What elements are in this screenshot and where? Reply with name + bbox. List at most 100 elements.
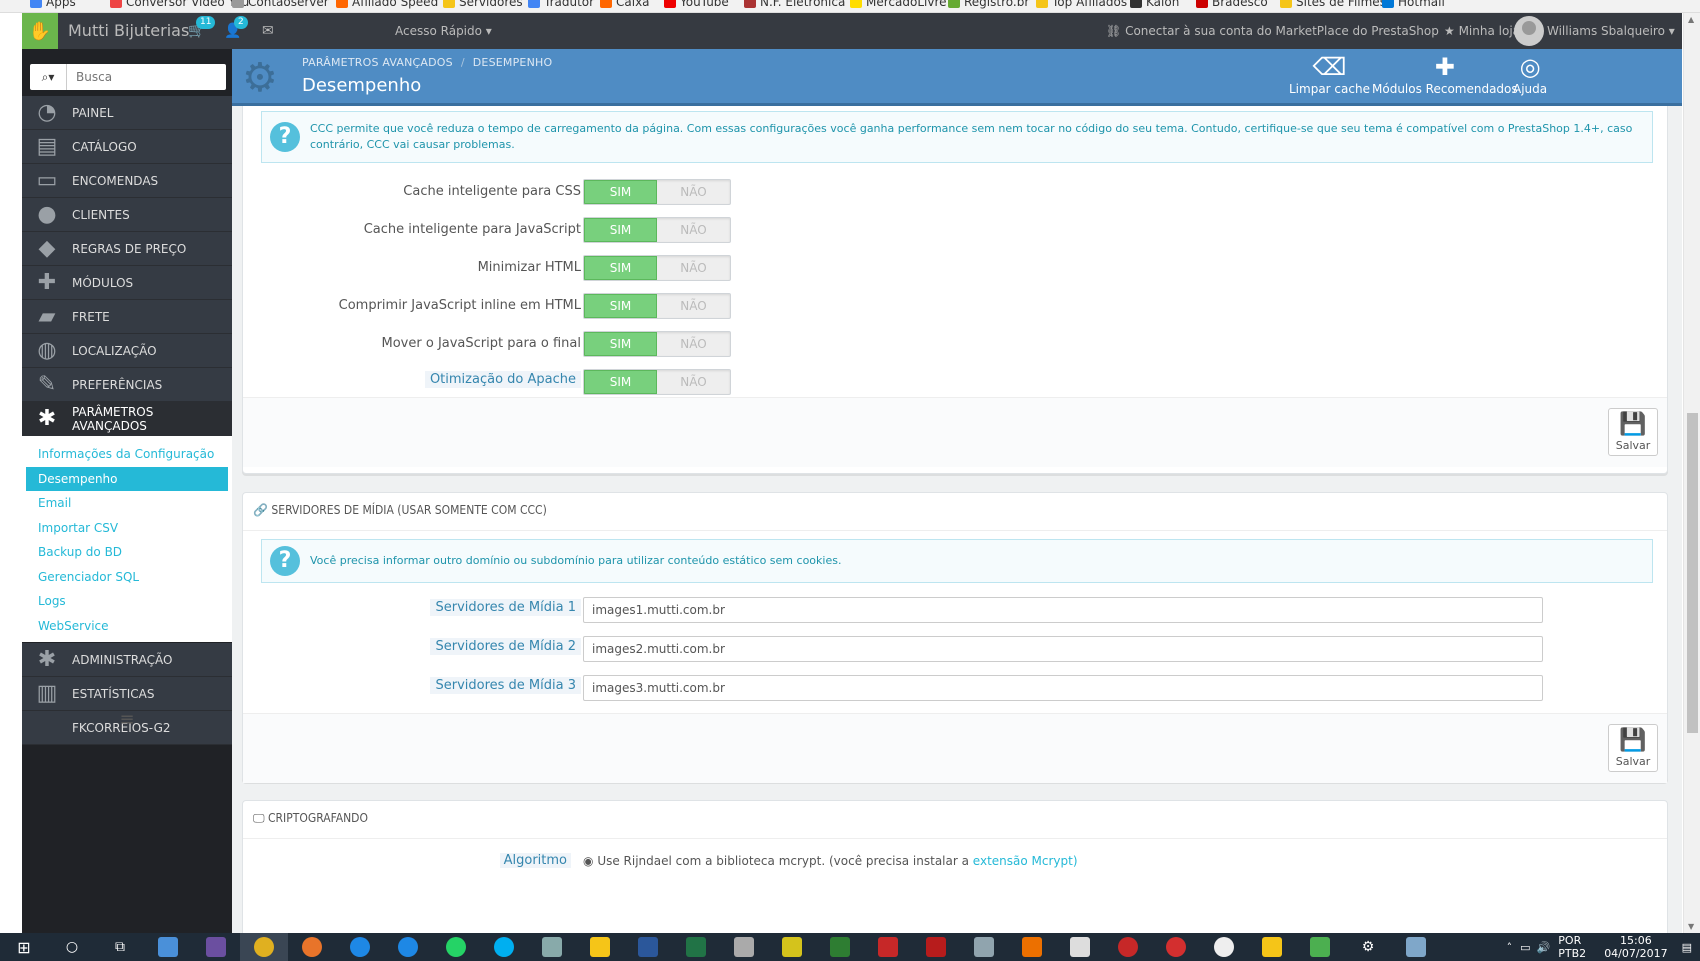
bookmark-item[interactable]: Bradesco — [1196, 0, 1268, 9]
sidebar-item-frete[interactable]: ▰ FRETE — [22, 300, 232, 334]
bookmark-item[interactable]: Conversor Video You — [110, 0, 249, 9]
collapse-menu-icon[interactable]: ≡ — [22, 709, 232, 730]
bookmark-item[interactable]: Hotmail — [1382, 0, 1445, 9]
volume-icon[interactable]: 🔊 — [1537, 941, 1551, 954]
switch-yes[interactable]: SIM — [584, 370, 657, 394]
bookmark-item[interactable]: N.F. Eletrônica — [744, 0, 845, 9]
clock[interactable]: 15:06 04/07/2017 — [1604, 934, 1667, 960]
itau-icon[interactable] — [1008, 933, 1056, 961]
switch-no[interactable]: NÃO — [657, 370, 730, 394]
sidebar-item-localiza-o[interactable]: ◍ LOCALIZAÇÃO — [22, 334, 232, 368]
fireworks-icon[interactable] — [768, 933, 816, 961]
save-button[interactable]: 💾 Salvar — [1608, 724, 1658, 772]
app-64-icon[interactable] — [912, 933, 960, 961]
sidebar-item-encomendas[interactable]: ▭ ENCOMENDAS — [22, 164, 232, 198]
sidebar-subitem[interactable]: Desempenho — [26, 466, 228, 491]
search-input[interactable] — [67, 64, 226, 90]
sidebar-item-administra-o[interactable]: ✱ ADMINISTRAÇÃO — [22, 643, 232, 677]
app-icon[interactable] — [1296, 933, 1344, 961]
yes-no-switch[interactable]: SIM NÃO — [583, 255, 731, 281]
page-scrollbar[interactable]: ▲ ▼ — [1683, 13, 1700, 933]
switch-no[interactable]: NÃO — [657, 294, 730, 318]
help-button[interactable]: ◎ Ajuda — [1513, 52, 1547, 96]
sidebar-subitem[interactable]: Gerenciador SQL — [26, 565, 228, 590]
sidebar-item-regras-de-pre-o[interactable]: ◆ REGRAS DE PREÇO — [22, 232, 232, 266]
skype-icon[interactable] — [480, 933, 528, 961]
recommended-modules-button[interactable]: ✚ Módulos Recomendados — [1372, 52, 1518, 96]
save-button[interactable]: 💾 Salvar — [1608, 408, 1658, 456]
calculator-icon[interactable] — [1056, 933, 1104, 961]
prestashop-logo-icon[interactable]: ✋ — [22, 13, 58, 49]
bookmark-item[interactable]: Apps — [30, 0, 76, 9]
yes-no-switch[interactable]: SIM NÃO — [583, 331, 731, 357]
tray-expand-icon[interactable]: ˄ — [1507, 941, 1513, 954]
scroll-up-icon[interactable]: ▲ — [1688, 15, 1694, 24]
messages-icon[interactable]: ✉ — [262, 23, 274, 39]
bookmark-item[interactable]: Kaloh — [1130, 0, 1179, 9]
app-icon[interactable] — [144, 933, 192, 961]
app-icon[interactable] — [720, 933, 768, 961]
scroll-down-icon[interactable]: ▼ — [1688, 922, 1694, 931]
task-view-icon[interactable]: ⧉ — [96, 933, 144, 961]
search-circle-icon[interactable]: ○ — [48, 933, 96, 961]
switch-yes[interactable]: SIM — [584, 218, 657, 242]
app-icon[interactable] — [960, 933, 1008, 961]
switch-no[interactable]: NÃO — [657, 256, 730, 280]
sidebar-item-m-dulos[interactable]: ✚ MÓDULOS — [22, 266, 232, 300]
app-icon[interactable] — [1248, 933, 1296, 961]
app-icon[interactable] — [528, 933, 576, 961]
app-icon[interactable] — [192, 933, 240, 961]
network-icon[interactable]: ▭ — [1520, 941, 1530, 954]
settings-icon[interactable]: ⚙ — [1344, 933, 1392, 961]
media-server-label[interactable]: Servidores de Mídia 1 — [430, 599, 581, 616]
app-icon[interactable] — [1392, 933, 1440, 961]
sidebar-item-cat-logo[interactable]: ▤ CATÁLOGO — [22, 130, 232, 164]
yes-no-switch[interactable]: SIM NÃO — [583, 217, 731, 243]
bookmark-item[interactable]: Tradutor — [528, 0, 594, 9]
breadcrumb-item[interactable]: PARÂMETROS AVANÇADOS — [302, 56, 453, 69]
user-menu[interactable]: Williams Sbalqueiro ▾ — [1547, 24, 1675, 38]
chrome-icon[interactable] — [240, 933, 288, 961]
switch-yes[interactable]: SIM — [584, 256, 657, 280]
sidebar-subitem[interactable]: Email — [26, 491, 228, 516]
avatar[interactable] — [1514, 16, 1544, 46]
bookmark-item[interactable]: Top Afiliados — [1036, 0, 1127, 9]
sidebar-item-clientes[interactable]: ● CLIENTES — [22, 198, 232, 232]
yes-no-switch[interactable]: SIM NÃO — [583, 369, 731, 395]
sidebar-subitem[interactable]: WebService — [26, 614, 228, 639]
yes-no-switch[interactable]: SIM NÃO — [583, 293, 731, 319]
word-icon[interactable] — [624, 933, 672, 961]
switch-yes[interactable]: SIM — [584, 294, 657, 318]
radio-icon[interactable]: ◉ — [583, 854, 593, 868]
bookmark-item[interactable]: YouTube — [664, 0, 729, 9]
media-server-field[interactable] — [583, 636, 1543, 662]
app-icon[interactable] — [1152, 933, 1200, 961]
bookmark-item[interactable]: MercadoLivre — [850, 0, 947, 9]
media-server-field[interactable] — [583, 675, 1543, 701]
whatsapp-icon[interactable] — [432, 933, 480, 961]
switch-no[interactable]: NÃO — [657, 332, 730, 356]
sidebar-item-painel[interactable]: ◔ PAINEL — [22, 96, 232, 130]
bookmark-item[interactable]: Caixa — [600, 0, 650, 9]
algorithm-option-rijndael[interactable]: ◉ Use Rijndael com a biblioteca mcrypt. … — [583, 854, 1078, 868]
filezilla-icon[interactable] — [864, 933, 912, 961]
sidebar-item-estat-sticas[interactable]: ▥ ESTATÍSTICAS — [22, 677, 232, 711]
dreamweaver-icon[interactable] — [816, 933, 864, 961]
app-icon[interactable] — [1200, 933, 1248, 961]
media-server-label[interactable]: Servidores de Mídia 2 — [430, 638, 581, 655]
switch-no[interactable]: NÃO — [657, 180, 730, 204]
bookmark-item[interactable]: Sites de Filmes — [1280, 0, 1386, 9]
switch-yes[interactable]: SIM — [584, 180, 657, 204]
media-server-field[interactable] — [583, 597, 1543, 623]
bookmark-item[interactable]: Afiliado Speed — [336, 0, 438, 9]
bookmark-item[interactable]: Servidores — [443, 0, 523, 9]
sidebar-subitem[interactable]: Logs — [26, 589, 228, 614]
search-type-button[interactable]: ⌕ ▾ — [30, 64, 67, 90]
excel-icon[interactable] — [672, 933, 720, 961]
switch-yes[interactable]: SIM — [584, 332, 657, 356]
breadcrumb-item[interactable]: DESEMPENHO — [473, 56, 553, 69]
app-icon[interactable] — [1104, 933, 1152, 961]
file-explorer-icon[interactable] — [576, 933, 624, 961]
sidebar-subitem[interactable]: Backup do BD — [26, 540, 228, 565]
shop-name[interactable]: Mutti Bijuterias — [68, 21, 189, 40]
